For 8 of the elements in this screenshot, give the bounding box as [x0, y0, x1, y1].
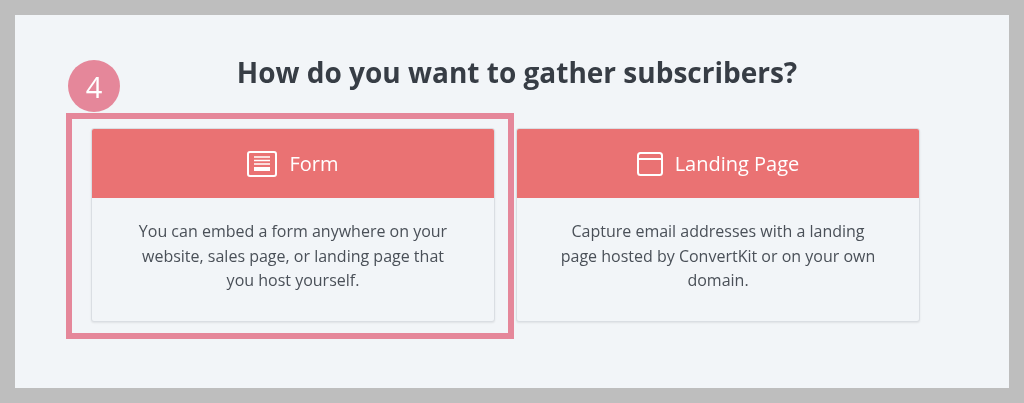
- step-badge: 4: [68, 60, 120, 112]
- option-card[interactable]: Form You can embed a form anywhere on your website, sales page, or landing page that you host yourself.: [91, 128, 495, 322]
- option-description: Capture email addresses with a landing page hosted by ConvertKit or on your own domain.: [559, 219, 877, 293]
- form-icon: [247, 150, 278, 177]
- option-card[interactable]: Landing Page Capture email addresses with a landing page hosted by ConvertKit or on your own domain.: [516, 128, 920, 322]
- page-title: How do you want to gather subscribers?: [236, 52, 798, 92]
- window-icon: [636, 151, 663, 176]
- option-description: You can embed a form anywhere on your website, sales page, or landing page that you host yourself.: [137, 219, 449, 293]
